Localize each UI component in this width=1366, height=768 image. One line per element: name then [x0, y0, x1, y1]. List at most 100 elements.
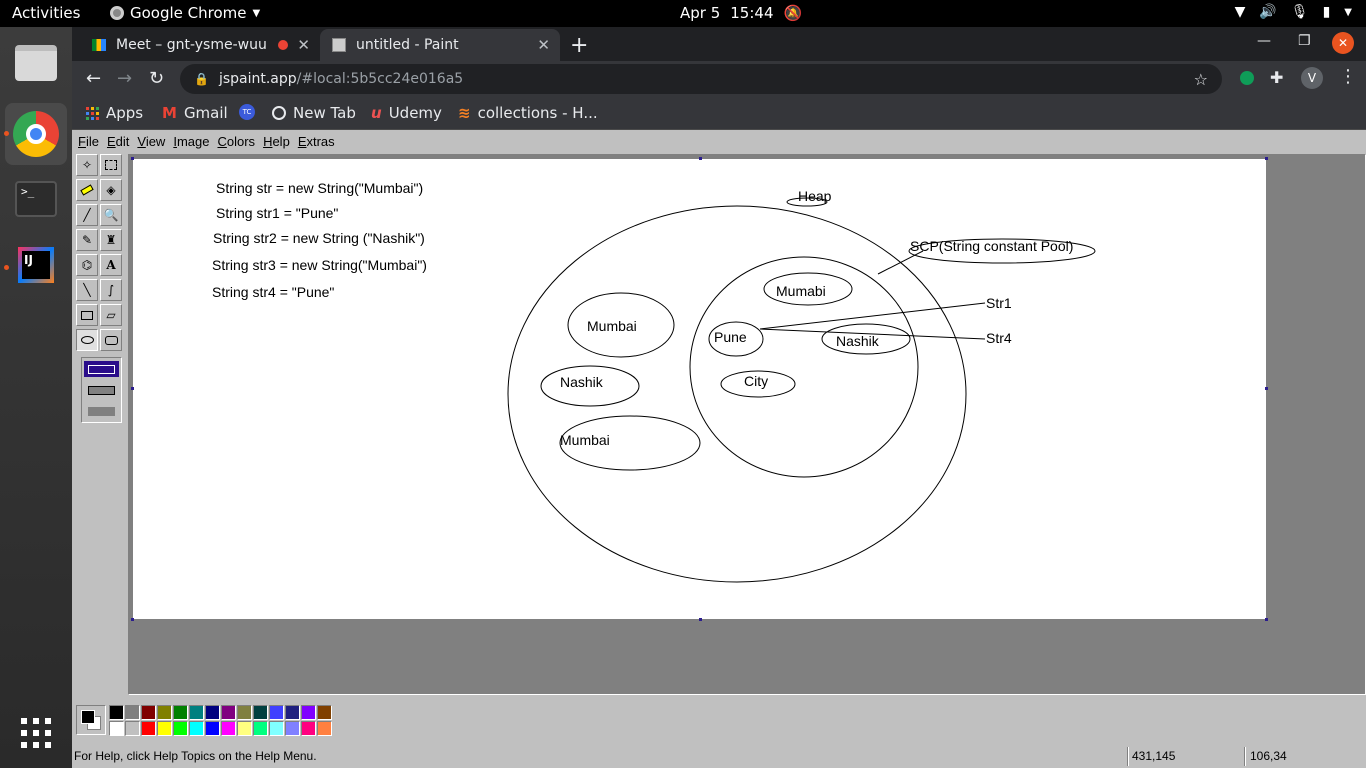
minimize-button[interactable]: —: [1257, 33, 1271, 49]
maximize-button[interactable]: ❐: [1298, 33, 1311, 49]
menu-file[interactable]: File: [74, 134, 103, 149]
bookmark-star-icon[interactable]: ☆: [1194, 70, 1208, 89]
close-window-button[interactable]: ✕: [1332, 32, 1354, 54]
extension-green-icon[interactable]: [1240, 71, 1254, 85]
palette-color-swatch[interactable]: [269, 721, 284, 736]
palette-color-swatch[interactable]: [301, 705, 316, 720]
fill-bucket-tool[interactable]: ◈: [100, 179, 122, 201]
resize-handle[interactable]: [131, 157, 134, 160]
back-button[interactable]: ←: [86, 68, 101, 89]
app-menu[interactable]: Google Chrome ▼: [110, 4, 260, 22]
address-bar[interactable]: 🔒 jspaint.app/#local:5b5cc24e016a5 ☆: [180, 64, 1222, 94]
bookmark-udemy[interactable]: u Udemy: [371, 104, 442, 122]
rounded-rectangle-tool[interactable]: [100, 329, 122, 351]
rectangle-tool[interactable]: [76, 304, 98, 326]
line-tool[interactable]: ╲: [76, 279, 98, 301]
palette-color-swatch[interactable]: [205, 705, 220, 720]
fill-only-option[interactable]: [84, 403, 119, 419]
tab-paint[interactable]: untitled - Paint ✕: [320, 29, 560, 61]
bookmark-collections[interactable]: ≋ collections - H...: [458, 104, 598, 122]
menu-extras[interactable]: Extras: [294, 134, 339, 149]
palette-color-swatch[interactable]: [253, 705, 268, 720]
palette-color-swatch[interactable]: [237, 721, 252, 736]
polygon-tool[interactable]: ▱: [100, 304, 122, 326]
palette-color-swatch[interactable]: [317, 705, 332, 720]
palette-color-swatch[interactable]: [285, 705, 300, 720]
clock[interactable]: Apr 5 15:44 🔕: [680, 4, 802, 22]
free-form-select-tool[interactable]: ✧: [76, 154, 98, 176]
palette-color-swatch[interactable]: [125, 705, 140, 720]
palette-color-swatch[interactable]: [221, 721, 236, 736]
rectangle-select-tool[interactable]: [100, 154, 122, 176]
activities-button[interactable]: Activities: [12, 4, 80, 22]
palette-color-swatch[interactable]: [301, 721, 316, 736]
palette-color-swatch[interactable]: [189, 721, 204, 736]
palette-color-swatch[interactable]: [173, 705, 188, 720]
drawing-canvas[interactable]: String str = new String("Mumbai") String…: [133, 159, 1266, 619]
brush-tool[interactable]: ♜: [100, 229, 122, 251]
dock-files[interactable]: [10, 37, 62, 89]
new-tab-button[interactable]: +: [570, 33, 588, 58]
bookmark-tc[interactable]: TC: [239, 104, 262, 120]
fill-outline-and-fill-option[interactable]: [84, 382, 119, 398]
running-indicator: [4, 131, 9, 136]
resize-handle[interactable]: [131, 618, 134, 621]
extensions-puzzle-icon[interactable]: ✚: [1270, 68, 1283, 87]
palette-color-swatch[interactable]: [173, 721, 188, 736]
microphone-icon: 🎙: [1290, 4, 1309, 20]
palette-color-swatch[interactable]: [205, 721, 220, 736]
eraser-tool[interactable]: [76, 179, 98, 201]
airbrush-tool[interactable]: ⌬: [76, 254, 98, 276]
palette-color-swatch[interactable]: [317, 721, 332, 736]
chrome-menu-button[interactable]: ⋮: [1339, 66, 1357, 87]
system-tray[interactable]: ▼ 🔊 🎙 ▮ ▼: [1235, 4, 1352, 20]
tab-meet[interactable]: Meet – gnt-ysme-wuu ✕: [80, 29, 320, 61]
resize-handle[interactable]: [699, 157, 702, 160]
foreground-color[interactable]: [81, 710, 95, 724]
ellipse-tool[interactable]: [76, 329, 98, 351]
palette-color-swatch[interactable]: [253, 721, 268, 736]
palette-color-swatch[interactable]: [157, 705, 172, 720]
palette-color-swatch[interactable]: [285, 721, 300, 736]
fill-outline-option[interactable]: [84, 361, 119, 377]
palette-color-swatch[interactable]: [109, 721, 124, 736]
bookmark-gmail[interactable]: M Gmail: [162, 104, 228, 122]
text-tool[interactable]: A: [100, 254, 122, 276]
palette-color-swatch[interactable]: [269, 705, 284, 720]
bookmark-apps[interactable]: Apps: [86, 104, 143, 122]
tab-close-icon[interactable]: ✕: [297, 36, 310, 54]
menu-help[interactable]: Help: [259, 134, 294, 149]
meet-icon: [92, 39, 106, 51]
resize-handle[interactable]: [1265, 387, 1268, 390]
palette-color-swatch[interactable]: [125, 721, 140, 736]
resize-handle[interactable]: [131, 387, 134, 390]
menu-view[interactable]: View: [133, 134, 169, 149]
bookmark-new-tab[interactable]: New Tab: [272, 104, 356, 122]
resize-handle[interactable]: [1265, 618, 1268, 621]
forward-button[interactable]: →: [117, 68, 132, 89]
palette-color-swatch[interactable]: [189, 705, 204, 720]
resize-handle[interactable]: [699, 618, 702, 621]
palette-color-swatch[interactable]: [141, 721, 156, 736]
palette-color-swatch[interactable]: [221, 705, 236, 720]
reload-button[interactable]: ↻: [149, 68, 164, 89]
apps-grid-icon: [86, 106, 99, 120]
menu-image[interactable]: Image: [169, 134, 213, 149]
pencil-tool[interactable]: ✎: [76, 229, 98, 251]
menu-colors[interactable]: Colors: [213, 134, 259, 149]
dock-terminal[interactable]: >_: [10, 173, 62, 225]
color-picker-tool[interactable]: ╱: [76, 204, 98, 226]
profile-avatar[interactable]: V: [1301, 67, 1323, 89]
curve-tool[interactable]: ∫: [100, 279, 122, 301]
dock-chrome[interactable]: [5, 103, 67, 165]
resize-handle[interactable]: [1265, 157, 1268, 160]
palette-color-swatch[interactable]: [237, 705, 252, 720]
tab-close-icon[interactable]: ✕: [537, 36, 550, 54]
palette-color-swatch[interactable]: [109, 705, 124, 720]
palette-color-swatch[interactable]: [141, 705, 156, 720]
magnifier-tool[interactable]: 🔍: [100, 204, 122, 226]
palette-color-swatch[interactable]: [157, 721, 172, 736]
show-applications-button[interactable]: [10, 707, 62, 759]
menu-edit[interactable]: Edit: [103, 134, 133, 149]
dock-intellij[interactable]: IJ: [10, 239, 62, 291]
